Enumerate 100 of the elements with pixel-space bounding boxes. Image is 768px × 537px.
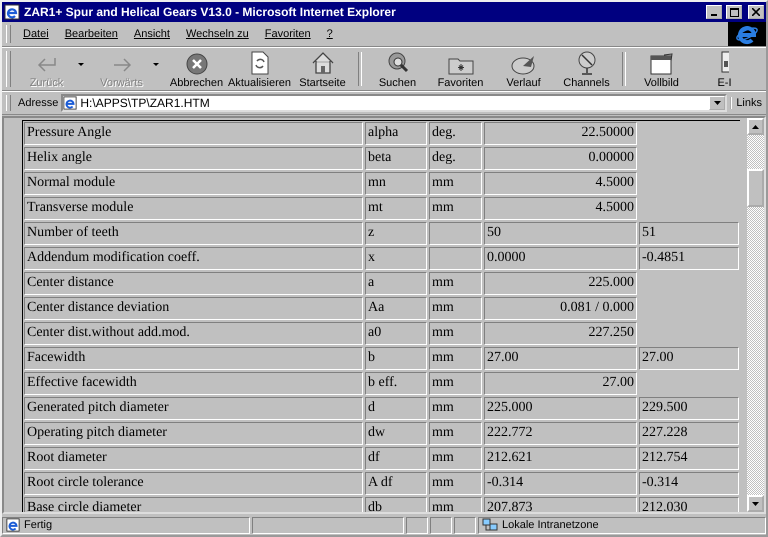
table-cell: Facewidth <box>24 347 363 370</box>
table-cell: 212.754 <box>639 447 739 470</box>
toolbar-button[interactable]: Channels <box>555 49 618 89</box>
menu-item[interactable]: Datei <box>15 28 57 40</box>
maximize-button[interactable] <box>726 5 742 19</box>
document-icon <box>720 51 728 75</box>
scroll-thumb[interactable] <box>747 169 764 207</box>
table-cell: mm <box>429 422 482 445</box>
table-cell: 4.5000 <box>484 172 637 195</box>
table-cell: db <box>365 497 427 512</box>
table-cell: Root diameter <box>24 447 363 470</box>
table-cell: mm <box>429 322 482 345</box>
table-cell: alpha <box>365 122 427 145</box>
sundial-icon <box>510 53 536 75</box>
table-cell: mm <box>429 447 482 470</box>
toolbar-button[interactable]: Abbrechen <box>165 49 228 89</box>
table-cell: d <box>365 397 427 420</box>
menu-item[interactable]: Bearbeiten <box>56 28 126 40</box>
scroll-up-button[interactable] <box>747 118 764 135</box>
table-cell: mt <box>365 197 427 220</box>
table-cell: Addendum modification coeff. <box>24 247 363 270</box>
table-cell: Root circle tolerance <box>24 472 363 495</box>
table-cell: 0.0000 <box>484 247 637 270</box>
table-cell: deg. <box>429 147 482 170</box>
scroll-down-button[interactable] <box>747 495 764 512</box>
table-cell: 0.081 / 0.000 <box>484 297 637 320</box>
toolbar-button[interactable]: Suchen <box>366 49 429 89</box>
table-cell: x <box>365 247 427 270</box>
table-cell: mm <box>429 497 482 512</box>
menu-item[interactable]: ? <box>318 28 341 40</box>
table-cell: 222.772 <box>484 422 637 445</box>
down-arrow-icon <box>752 502 759 506</box>
table-cell: a0 <box>365 322 427 345</box>
table-cell: mm <box>429 347 482 370</box>
network-icon <box>482 518 498 532</box>
minimize-button[interactable] <box>706 5 722 19</box>
close-icon <box>752 8 760 16</box>
table-cell: Effective facewidth <box>24 372 363 395</box>
address-label: Adresse <box>18 97 58 109</box>
table-cell: Center distance deviation <box>24 297 363 320</box>
table-cell: 212.030 <box>639 497 739 512</box>
table-cell: Center distance <box>24 272 363 295</box>
table-cell: Operating pitch diameter <box>24 422 363 445</box>
table-cell: b eff. <box>365 372 427 395</box>
refresh-icon <box>250 51 268 75</box>
browser-icon <box>4 4 20 20</box>
up-arrow-icon <box>752 124 759 128</box>
menu-item[interactable]: Wechseln zu <box>178 28 257 40</box>
table-cell: -0.314 <box>484 472 637 495</box>
table-cell: 227.228 <box>639 422 739 445</box>
table-cell: 27.00 <box>639 347 739 370</box>
table-cell: -0.314 <box>639 472 739 495</box>
maximize-icon <box>730 8 738 16</box>
zone-panel: Lokale Intranetzone <box>478 516 766 534</box>
table-cell: mm <box>429 272 482 295</box>
status-panel <box>406 516 428 534</box>
table-cell: Normal module <box>24 172 363 195</box>
close-button[interactable] <box>748 5 764 19</box>
table-cell: 212.621 <box>484 447 637 470</box>
table-cell: 27.00 <box>484 372 637 395</box>
toolbar-button[interactable]: Vollbild <box>630 49 693 89</box>
toolbar-button[interactable]: E-I <box>693 49 756 89</box>
table-cell: Aa <box>365 297 427 320</box>
table-cell: dw <box>365 422 427 445</box>
status-text: Fertig <box>2 516 250 534</box>
table-cell: 22.50000 <box>484 122 637 145</box>
toolbar-button[interactable]: Favoriten <box>429 49 492 89</box>
menu-item[interactable]: Favoriten <box>256 28 319 40</box>
links-button[interactable]: Links <box>730 97 766 109</box>
table-cell: 4.5000 <box>484 197 637 220</box>
search-icon <box>386 51 410 75</box>
table-cell: 27.00 <box>484 347 637 370</box>
satellite-dish-icon <box>576 51 598 75</box>
page-icon <box>6 518 20 532</box>
table-cell: mm <box>429 372 482 395</box>
table-cell: mm <box>429 172 482 195</box>
address-field[interactable]: H:\APPS\TP\ZAR1.HTM <box>61 94 728 112</box>
table-cell: mm <box>429 197 482 220</box>
table-cell: mn <box>365 172 427 195</box>
toolbar-button[interactable]: Startseite <box>291 49 354 89</box>
table-cell: Pressure Angle <box>24 122 363 145</box>
table-cell: Generated pitch diameter <box>24 397 363 420</box>
table-cell: 229.500 <box>639 397 739 420</box>
scrollbar[interactable] <box>747 118 764 512</box>
table-cell: b <box>365 347 427 370</box>
table-cell: 207.873 <box>484 497 637 512</box>
dropdown-button[interactable] <box>709 96 726 110</box>
toolbar-button[interactable]: Verlauf <box>492 49 555 89</box>
table-cell: df <box>365 447 427 470</box>
house-icon <box>310 51 334 75</box>
table-cell: -0.4851 <box>639 247 739 270</box>
table-cell: Number of teeth <box>24 222 363 245</box>
table-cell: A df <box>365 472 427 495</box>
toolbar-button[interactable]: Aktualisieren <box>228 49 291 89</box>
table-cell: Helix angle <box>24 147 363 170</box>
status-panel <box>430 516 452 534</box>
menu-item[interactable]: Ansicht <box>126 28 178 40</box>
table-cell: z <box>365 222 427 245</box>
table-cell: deg. <box>429 122 482 145</box>
table-cell: 227.250 <box>484 322 637 345</box>
